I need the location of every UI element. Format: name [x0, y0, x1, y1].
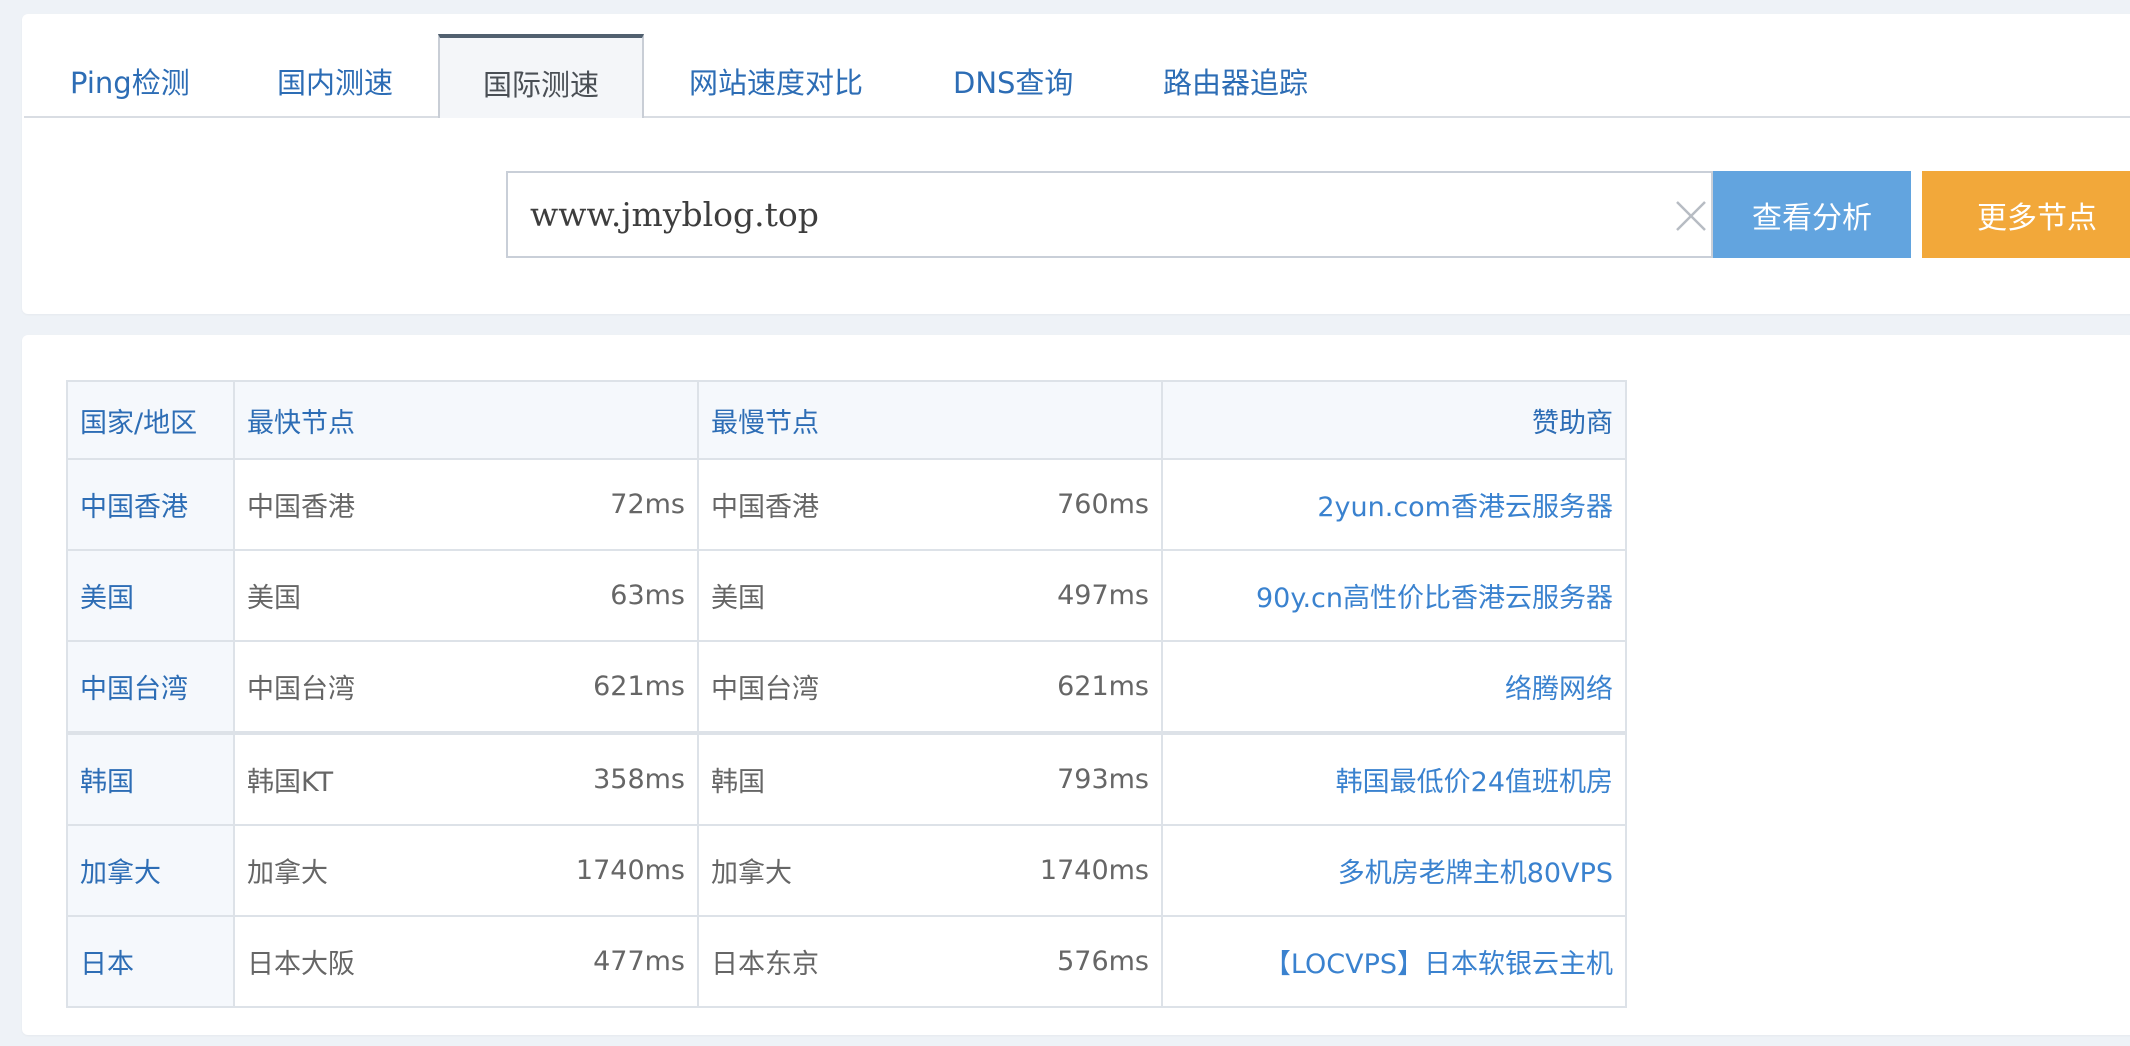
table-row: 韩国 韩国KT 358ms 韩国 793ms 韩国最低价24值班机房	[66, 731, 1627, 826]
slowest-node-name: 日本东京	[711, 949, 819, 980]
slowest-time: 497ms	[1057, 580, 1149, 611]
sponsor-link[interactable]: 2yun.com香港云服务器	[1317, 492, 1613, 523]
sponsor-link[interactable]: 多机房老牌主机80VPS	[1338, 858, 1613, 889]
fastest-time: 72ms	[610, 489, 685, 520]
region-cell: 加拿大	[66, 824, 235, 917]
sponsor-link[interactable]: 90y.cn高性价比香港云服务器	[1256, 583, 1613, 614]
slowest-time: 576ms	[1057, 946, 1149, 977]
speed-result-table: 国家/地区 最快节点 最慢节点 赞助商 中国香港 中国香港 72ms 中国香港 76…	[66, 380, 1627, 1008]
fastest-node-name: 日本大阪	[247, 949, 355, 980]
header-slowest-node: 最慢节点	[697, 380, 1163, 460]
table-row: 中国香港 中国香港 72ms 中国香港 760ms 2yun.com香港云服务器	[66, 458, 1627, 551]
sponsor-cell: 络腾网络	[1161, 640, 1627, 734]
tab-international-speed[interactable]: 国际测速	[438, 34, 644, 118]
fastest-node-name: 中国香港	[247, 492, 355, 523]
region-cell: 韩国	[66, 731, 235, 826]
sponsor-cell: 【LOCVPS】日本软银云主机	[1161, 915, 1627, 1008]
slowest-time: 760ms	[1057, 489, 1149, 520]
sponsor-cell: 多机房老牌主机80VPS	[1161, 824, 1627, 917]
table-header-row: 国家/地区 最快节点 最慢节点 赞助商	[66, 380, 1627, 460]
fastest-cell: 日本大阪 477ms	[233, 915, 699, 1008]
header-region: 国家/地区	[66, 380, 235, 460]
fastest-node-name: 加拿大	[247, 858, 328, 889]
result-panel: 国家/地区 最快节点 最慢节点 赞助商 中国香港 中国香港 72ms 中国香港 76…	[22, 335, 2130, 1035]
fastest-node-name: 美国	[247, 583, 301, 614]
slowest-node-name: 中国台湾	[711, 674, 819, 705]
fastest-time: 63ms	[610, 580, 685, 611]
url-input[interactable]	[508, 173, 1628, 256]
fastest-node-name: 韩国KT	[247, 767, 334, 798]
header-fastest-node: 最快节点	[233, 380, 699, 460]
region-cell: 中国香港	[66, 458, 235, 551]
slowest-time: 1740ms	[1039, 855, 1149, 886]
slowest-node-name: 加拿大	[711, 858, 792, 889]
table-row: 加拿大 加拿大 1740ms 加拿大 1740ms 多机房老牌主机80VPS	[66, 824, 1627, 917]
fastest-time: 477ms	[593, 946, 685, 977]
header-sponsor: 赞助商	[1161, 380, 1627, 460]
slowest-time: 621ms	[1057, 671, 1149, 702]
fastest-cell: 美国 63ms	[233, 549, 699, 642]
slowest-cell: 韩国 793ms	[697, 731, 1163, 826]
slowest-cell: 美国 497ms	[697, 549, 1163, 642]
region-cell: 美国	[66, 549, 235, 642]
fastest-time: 1740ms	[575, 855, 685, 886]
tab-ping[interactable]: Ping检测	[70, 36, 190, 116]
slowest-cell: 中国台湾 621ms	[697, 640, 1163, 734]
table-row: 中国台湾 中国台湾 621ms 中国台湾 621ms 络腾网络	[66, 640, 1627, 734]
table-row: 美国 美国 63ms 美国 497ms 90y.cn高性价比香港云服务器	[66, 549, 1627, 642]
tab-bar: Ping检测 国内测速 国际测速 网站速度对比 DNS查询 路由器追踪	[24, 14, 2130, 118]
fastest-cell: 韩国KT 358ms	[233, 731, 699, 826]
slowest-cell: 日本东京 576ms	[697, 915, 1163, 1008]
tab-dns-query[interactable]: DNS查询	[953, 36, 1073, 116]
sponsor-cell: 90y.cn高性价比香港云服务器	[1161, 549, 1627, 642]
slowest-node-name: 美国	[711, 583, 765, 614]
more-nodes-button[interactable]: 更多节点	[1922, 171, 2130, 258]
sponsor-cell: 2yun.com香港云服务器	[1161, 458, 1627, 551]
search-box	[506, 171, 1713, 258]
fastest-cell: 中国香港 72ms	[233, 458, 699, 551]
fastest-node-name: 中国台湾	[247, 674, 355, 705]
slowest-node-name: 中国香港	[711, 492, 819, 523]
slowest-time: 793ms	[1057, 764, 1149, 795]
region-cell: 日本	[66, 915, 235, 1008]
table-row: 日本 日本大阪 477ms 日本东京 576ms 【LOCVPS】日本软银云主机	[66, 915, 1627, 1008]
sponsor-cell: 韩国最低价24值班机房	[1161, 731, 1627, 826]
analyze-button[interactable]: 查看分析	[1713, 171, 1911, 258]
fastest-time: 358ms	[593, 764, 685, 795]
tab-site-speed-compare[interactable]: 网站速度对比	[689, 36, 863, 116]
sponsor-link[interactable]: 络腾网络	[1505, 674, 1613, 705]
sponsor-link[interactable]: 【LOCVPS】日本软银云主机	[1264, 949, 1613, 980]
slowest-node-name: 韩国	[711, 767, 765, 798]
fastest-cell: 中国台湾 621ms	[233, 640, 699, 734]
region-cell: 中国台湾	[66, 640, 235, 734]
slowest-cell: 中国香港 760ms	[697, 458, 1163, 551]
close-icon[interactable]	[1674, 199, 1708, 233]
top-panel: Ping检测 国内测速 国际测速 网站速度对比 DNS查询 路由器追踪 查看分析…	[22, 14, 2130, 314]
sponsor-link[interactable]: 韩国最低价24值班机房	[1336, 767, 1613, 798]
fastest-cell: 加拿大 1740ms	[233, 824, 699, 917]
tab-route-trace[interactable]: 路由器追踪	[1163, 36, 1308, 116]
slowest-cell: 加拿大 1740ms	[697, 824, 1163, 917]
tab-domestic-speed[interactable]: 国内测速	[277, 36, 393, 116]
fastest-time: 621ms	[593, 671, 685, 702]
